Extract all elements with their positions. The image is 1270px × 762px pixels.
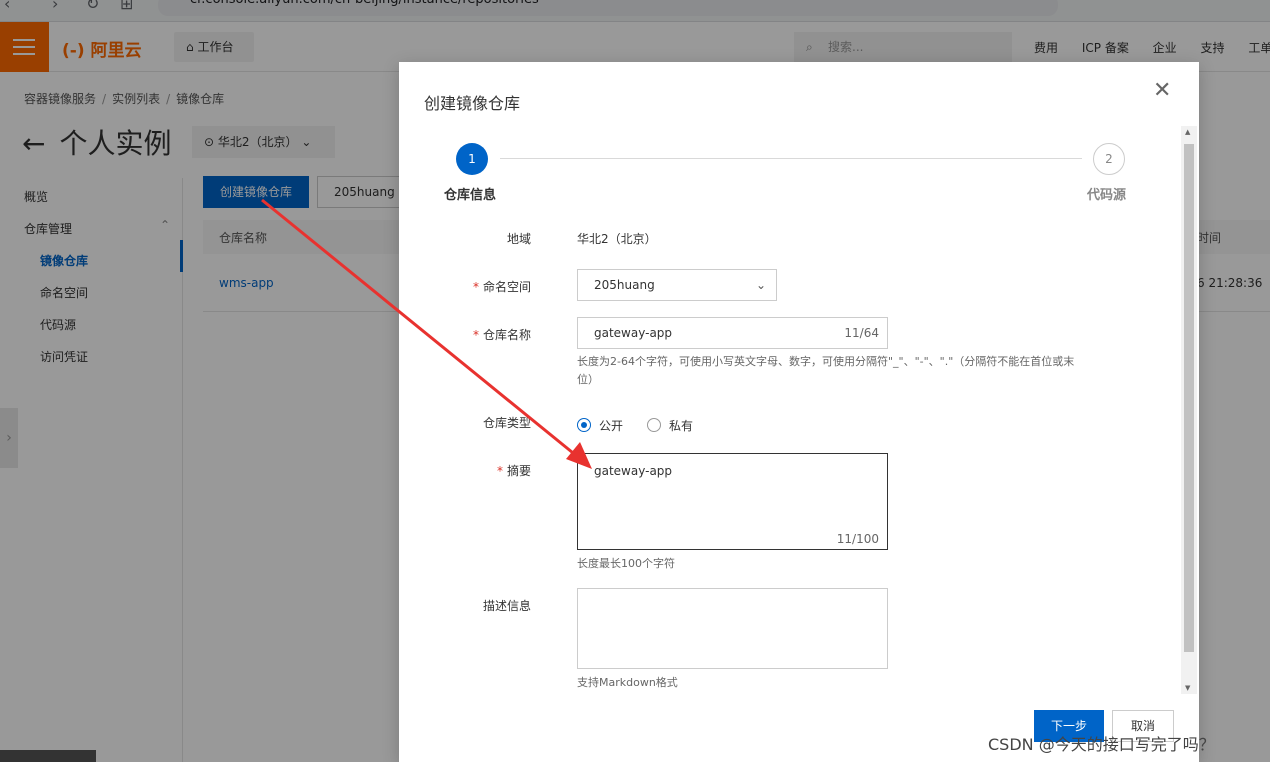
close-icon[interactable]: ✕ [1153,78,1171,103]
step-2-label: 代码源 [1087,188,1127,203]
repo-type-label: 仓库类型 [482,416,531,430]
required-marker: * [496,464,503,478]
scrollbar-thumb[interactable] [1184,144,1194,652]
repo-name-input[interactable]: gateway-app 11/64 [577,317,888,349]
required-marker: * [472,328,479,342]
summary-counter: 11/100 [836,532,879,546]
create-repo-dialog: 创建镜像仓库 ✕ ▲ ▼ 1 2 仓库信息 代码源 地域 华北2（北京） * 命名… [399,62,1199,762]
description-textarea[interactable] [577,588,888,669]
namespace-label: * 命名空间 [472,280,531,294]
step-1-label: 仓库信息 [444,188,497,203]
namespace-select[interactable]: 205huang ⌄ [577,269,777,301]
step-connector [500,158,1082,159]
description-hint: 支持Markdown格式 [577,676,678,689]
radio-checked-icon [577,418,591,432]
radio-unchecked-icon [647,418,661,432]
dialog-title: 创建镜像仓库 [424,94,521,113]
summary-textarea[interactable]: gateway-app 11/100 [577,453,888,550]
step-1-indicator: 1 [456,143,488,175]
repo-name-counter: 11/64 [844,326,879,340]
repo-name-label: * 仓库名称 [472,328,531,342]
description-label: 描述信息 [482,599,531,613]
summary-hint: 长度最长100个字符 [577,557,675,570]
dialog-scrollbar[interactable]: ▲ ▼ [1181,126,1197,694]
required-marker: * [472,280,479,294]
repo-name-hint: 长度为2-64个字符，可使用小写英文字母、数字，可使用分隔符"_"、"-"、".… [577,355,1075,386]
watermark: CSDN @今天的接口写完了吗？ [988,735,1215,754]
region-label: 地域 [506,232,531,246]
scroll-up-icon[interactable]: ▲ [1185,128,1190,136]
scroll-down-icon[interactable]: ▼ [1185,684,1190,692]
region-value: 华北2（北京） [577,232,657,246]
summary-label: * 摘要 [496,464,531,478]
chevron-down-icon: ⌄ [755,278,766,292]
step-2-indicator: 2 [1093,143,1125,175]
